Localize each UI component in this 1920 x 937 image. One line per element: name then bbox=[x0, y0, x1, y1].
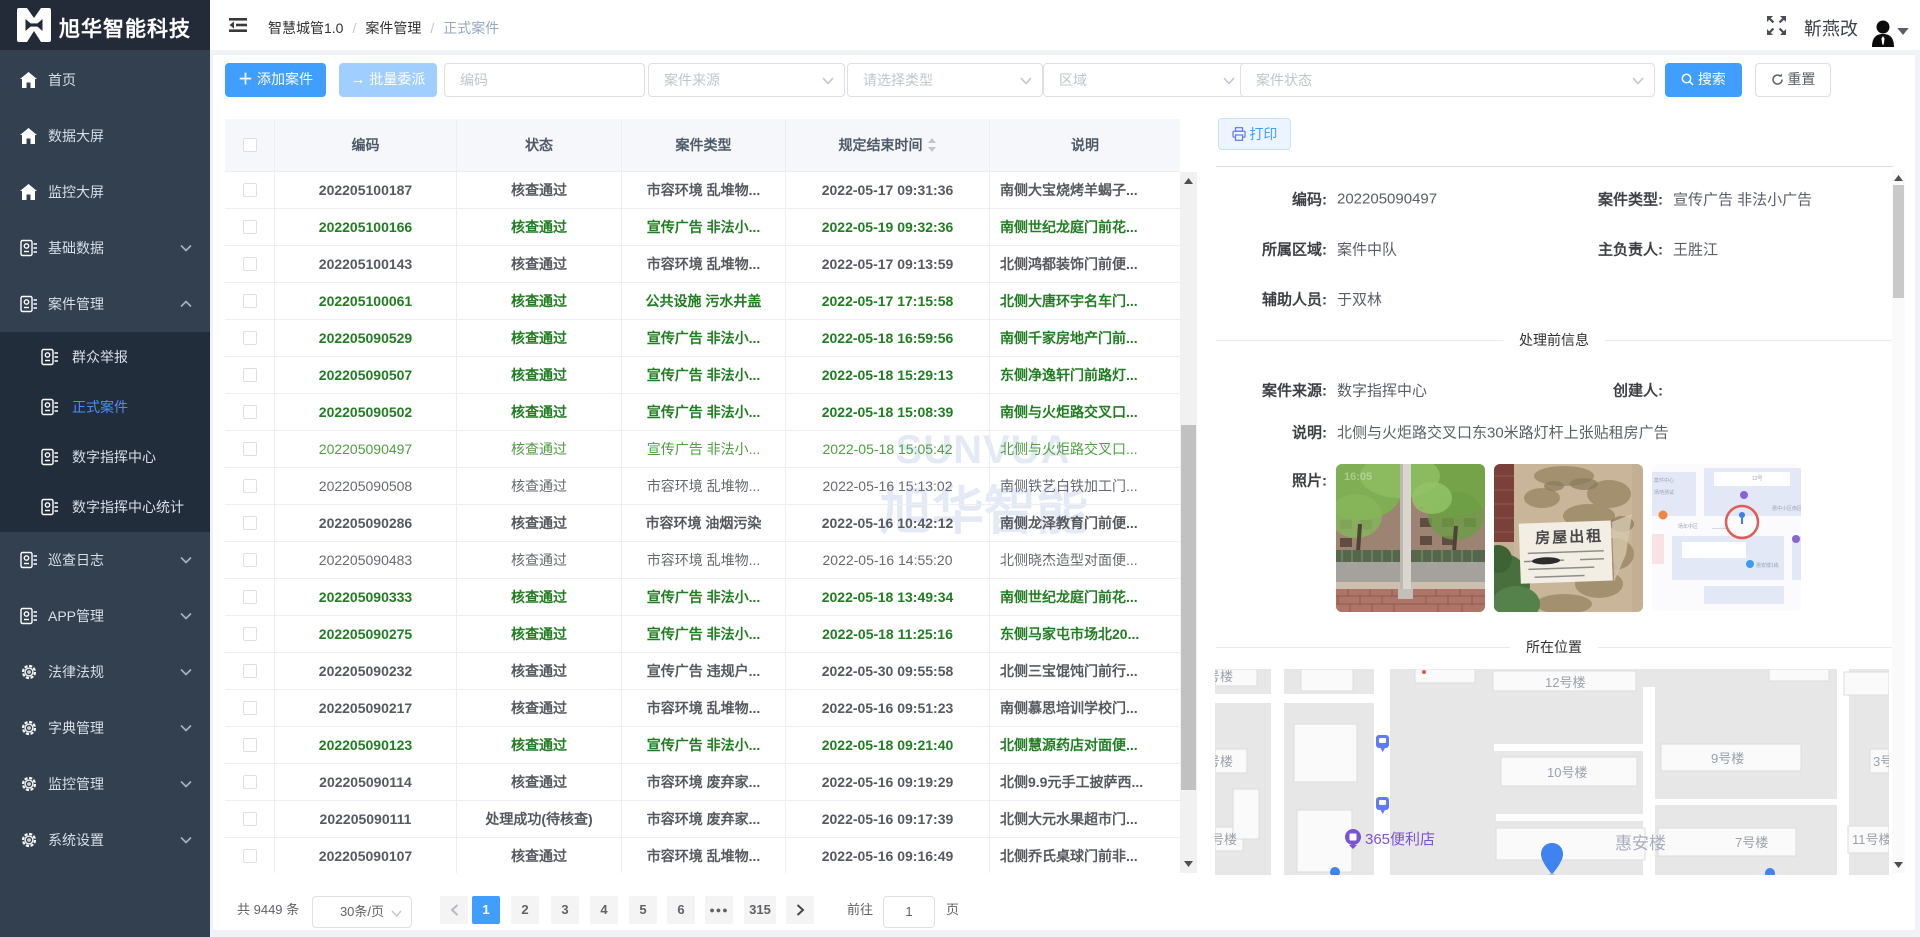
svg-text:12号: 12号 bbox=[1752, 476, 1763, 482]
svg-text:11号楼: 11号楼 bbox=[1852, 832, 1889, 847]
svg-text:案件中心: 案件中心 bbox=[1654, 477, 1674, 484]
svg-text:365便利店: 365便利店 bbox=[1365, 831, 1435, 848]
svg-text:号楼: 号楼 bbox=[1215, 754, 1233, 769]
svg-text:惠中小区南区: 惠中小区南区 bbox=[1772, 505, 1801, 512]
svg-text:———: ——— bbox=[1712, 526, 1727, 532]
svg-text:12号楼: 12号楼 bbox=[1545, 675, 1585, 690]
svg-text:7号楼: 7号楼 bbox=[1735, 835, 1768, 850]
svg-text:场年中区: 场年中区 bbox=[1678, 523, 1698, 530]
svg-text:惠安楼1栋: 惠安楼1栋 bbox=[1756, 562, 1779, 569]
svg-text:场地测试: 场地测试 bbox=[1654, 489, 1674, 496]
svg-text:3号: 3号 bbox=[1873, 754, 1889, 769]
svg-text:10号楼: 10号楼 bbox=[1547, 765, 1587, 780]
svg-text:16:05: 16:05 bbox=[1344, 471, 1372, 483]
svg-text:9号楼: 9号楼 bbox=[1711, 751, 1744, 766]
svg-text:号楼: 号楼 bbox=[1215, 832, 1237, 847]
svg-text:惠安楼: 惠安楼 bbox=[1615, 834, 1666, 853]
svg-text:号楼: 号楼 bbox=[1215, 669, 1233, 684]
svg-text:房屋出租: 房屋出租 bbox=[1535, 527, 1604, 547]
